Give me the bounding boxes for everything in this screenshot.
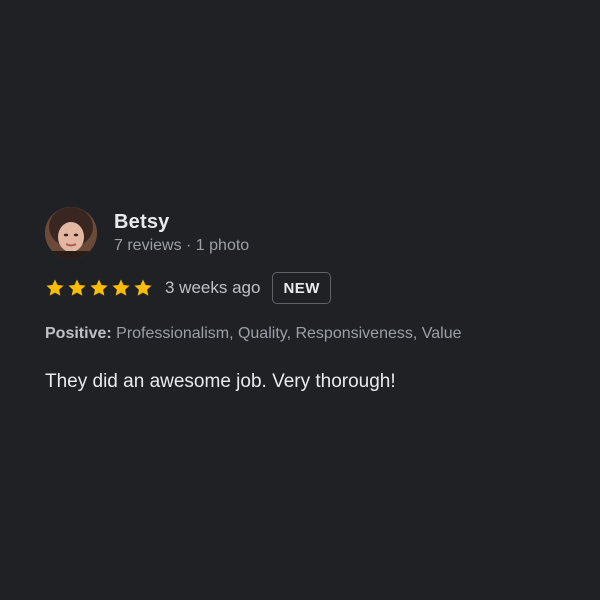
rating-row: 3 weeks ago NEW [45, 271, 565, 305]
attributes-label: Positive: [45, 325, 112, 342]
review-card: Betsy 7 reviews · 1 photo 3 weeks ago NE… [45, 207, 565, 395]
star-icon [112, 279, 130, 296]
review-header: Betsy 7 reviews · 1 photo [45, 207, 565, 259]
avatar[interactable] [45, 207, 97, 259]
star-rating [45, 278, 153, 298]
new-badge: NEW [272, 272, 331, 304]
star-icon [134, 279, 152, 296]
review-attributes: Positive: Professionalism, Quality, Resp… [45, 323, 565, 345]
attributes-value: Professionalism, Quality, Responsiveness… [116, 325, 462, 342]
star-icon [90, 279, 108, 296]
star-icon [68, 279, 86, 296]
star-icon [46, 279, 64, 296]
review-text: They did an awesome job. Very thorough! [45, 371, 396, 392]
author-meta: 7 reviews · 1 photo [114, 236, 250, 254]
review-time: 3 weeks ago [165, 278, 261, 297]
avatar-photo-icon [45, 207, 97, 259]
author-block: Betsy 7 reviews · 1 photo [114, 210, 249, 257]
author-name[interactable]: Betsy [114, 210, 249, 234]
